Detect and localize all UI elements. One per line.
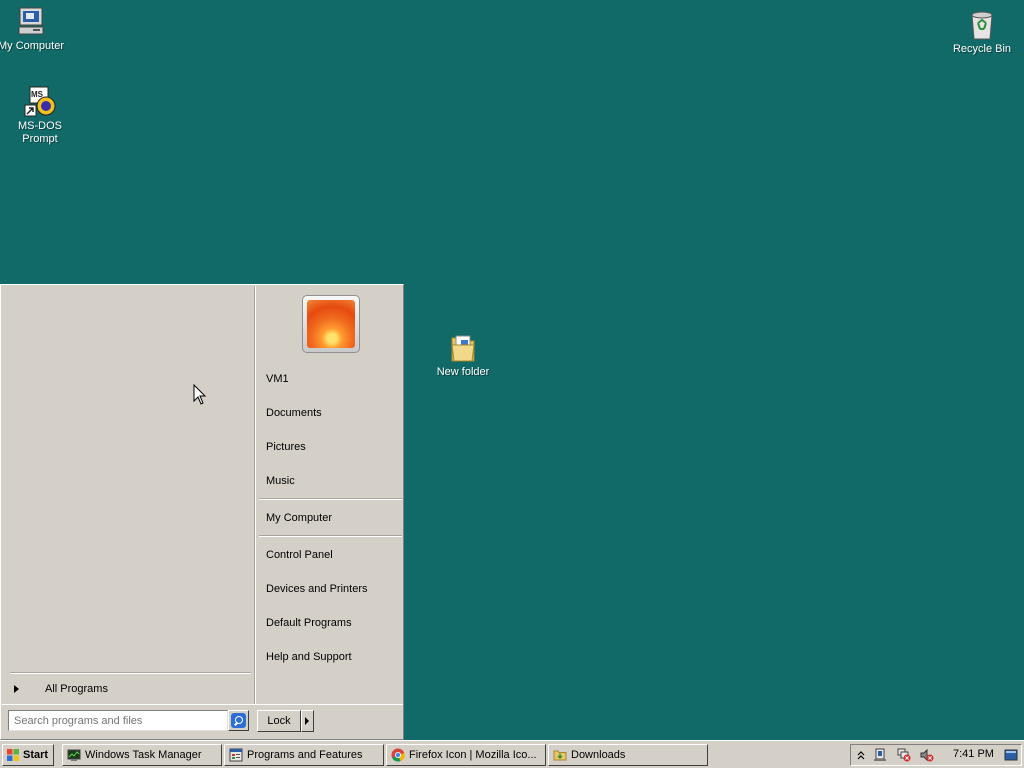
chrome-icon bbox=[391, 748, 405, 762]
desktop-icon-label: Recycle Bin bbox=[952, 43, 1012, 55]
user-avatar[interactable] bbox=[302, 295, 360, 353]
volume-muted-icon[interactable] bbox=[920, 748, 934, 762]
start-button[interactable]: Start bbox=[2, 744, 54, 766]
desktop-icon-label: MS-DOS bbox=[18, 120, 62, 132]
chevron-right-icon bbox=[14, 685, 19, 693]
separator bbox=[259, 535, 402, 537]
start-item-pictures[interactable]: Pictures bbox=[266, 441, 306, 453]
start-menu-programs-pane: All Programs bbox=[2, 286, 254, 704]
start-item-help-support[interactable]: Help and Support bbox=[266, 651, 352, 663]
search-input[interactable] bbox=[8, 710, 228, 731]
desktop-icon-new-folder[interactable]: New folder bbox=[425, 332, 501, 379]
desktop-icon-label: New folder bbox=[436, 366, 490, 378]
search-button[interactable] bbox=[228, 710, 249, 731]
start-item-music[interactable]: Music bbox=[266, 475, 295, 487]
folder-icon bbox=[447, 332, 479, 364]
taskbar-button-label: Firefox Icon | Mozilla Ico... bbox=[409, 749, 537, 761]
show-desktop-icon[interactable] bbox=[1004, 748, 1018, 762]
shutdown-options-button[interactable] bbox=[301, 710, 314, 732]
desktop-icon-label: My Computer bbox=[0, 40, 65, 52]
flower-picture-icon bbox=[307, 300, 355, 348]
separator bbox=[259, 498, 402, 500]
network-disconnected-icon[interactable] bbox=[897, 748, 911, 762]
start-item-control-panel[interactable]: Control Panel bbox=[266, 549, 333, 561]
chevron-up-icon[interactable] bbox=[854, 748, 868, 762]
recycle-bin-icon bbox=[966, 9, 998, 41]
start-item-documents[interactable]: Documents bbox=[266, 407, 322, 419]
desktop-icon-label: Prompt bbox=[22, 133, 58, 145]
taskbar-button-label: Programs and Features bbox=[247, 749, 363, 761]
taskbar: Start Windows Task Manager Programs and … bbox=[0, 740, 1024, 768]
windows-logo-icon bbox=[7, 749, 19, 761]
folder-icon bbox=[553, 750, 567, 761]
search-icon bbox=[231, 713, 246, 728]
system-tray: 7:41 PM bbox=[850, 744, 1022, 766]
all-programs-item[interactable]: All Programs bbox=[12, 682, 250, 700]
taskbar-button-programs-features[interactable]: Programs and Features bbox=[224, 744, 384, 766]
start-item-user[interactable]: VM1 bbox=[266, 373, 289, 385]
programs-features-icon bbox=[229, 748, 243, 762]
separator bbox=[10, 672, 251, 674]
action-center-icon[interactable] bbox=[873, 748, 887, 762]
start-item-devices-printers[interactable]: Devices and Printers bbox=[266, 583, 368, 595]
all-programs-label: All Programs bbox=[45, 683, 108, 695]
lock-button[interactable]: Lock bbox=[257, 710, 301, 732]
computer-icon bbox=[15, 6, 47, 38]
taskbar-button-task-manager[interactable]: Windows Task Manager bbox=[62, 744, 222, 766]
msdos-icon: MS bbox=[24, 86, 56, 118]
start-menu-bottom-bar: Lock bbox=[2, 704, 403, 738]
start-menu-places-pane: VM1 Documents Pictures Music My Computer… bbox=[256, 286, 403, 704]
taskbar-button-firefox-icon[interactable]: Firefox Icon | Mozilla Ico... bbox=[386, 744, 546, 766]
start-menu: All Programs VM1 Documents Pictures Musi… bbox=[0, 284, 404, 740]
start-item-my-computer[interactable]: My Computer bbox=[266, 512, 332, 524]
desktop-icon-my-computer[interactable]: My Computer bbox=[0, 6, 69, 53]
taskbar-button-label: Windows Task Manager bbox=[85, 749, 202, 761]
taskbar-button-downloads[interactable]: Downloads bbox=[548, 744, 708, 766]
start-label: Start bbox=[23, 749, 49, 761]
desktop-icon-recycle-bin[interactable]: Recycle Bin bbox=[944, 9, 1020, 56]
mouse-cursor-icon bbox=[193, 384, 207, 405]
task-manager-icon bbox=[67, 749, 81, 761]
desktop-icon-msdos-prompt[interactable]: MS MS-DOS Prompt bbox=[2, 86, 78, 146]
clock[interactable]: 7:41 PM bbox=[953, 748, 994, 760]
start-item-default-programs[interactable]: Default Programs bbox=[266, 617, 352, 629]
taskbar-button-label: Downloads bbox=[571, 749, 626, 761]
